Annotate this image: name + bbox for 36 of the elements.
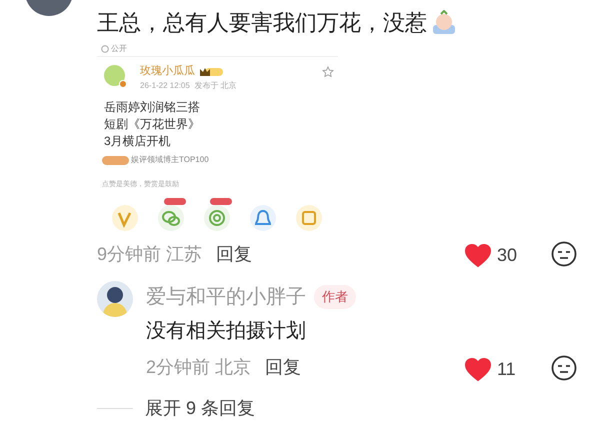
share-icon[interactable] xyxy=(158,204,184,230)
post-meta: 26-1-22 12:05 发布于 北京 xyxy=(140,80,236,92)
reply-text: 没有相关拍摄计划 xyxy=(146,319,306,344)
crying-emoji-icon xyxy=(431,10,457,36)
author-name: 玫瑰小瓜瓜 xyxy=(140,65,195,78)
reply-link[interactable]: 回复 xyxy=(216,241,252,268)
share-icon[interactable] xyxy=(250,204,276,230)
heart-icon[interactable] xyxy=(465,244,491,268)
share-icon[interactable] xyxy=(204,204,230,230)
share-icon[interactable] xyxy=(296,204,322,230)
comment-text: 王总，总有人要害我们万花，没惹 xyxy=(97,9,427,37)
crown-badge-icon xyxy=(199,66,223,76)
globe-icon xyxy=(101,45,109,53)
reward-badge-icon xyxy=(210,198,232,204)
reply-author: 爱与和平的小胖子 xyxy=(146,285,306,310)
comment-meta: 2分钟前 北京 xyxy=(146,356,252,379)
reward-badge-icon xyxy=(164,198,186,204)
reply-link[interactable]: 回复 xyxy=(265,354,302,381)
visibility-label: 公开 xyxy=(111,45,127,53)
post-line: 短剧《万花世界》 xyxy=(104,116,201,133)
author-badge: 作者 xyxy=(314,285,356,309)
tag-label: 娱评领域博主TOP100 xyxy=(131,154,209,166)
star-icon[interactable] xyxy=(322,66,334,78)
share-icon[interactable] xyxy=(112,204,138,230)
comment-meta: 9分钟前 江苏 xyxy=(97,243,202,266)
like-count: 30 xyxy=(497,244,518,267)
reply-avatar xyxy=(97,281,133,317)
face-icon[interactable] xyxy=(551,355,577,381)
expand-replies-link[interactable]: 展开 9 条回复 xyxy=(145,395,256,422)
face-icon[interactable] xyxy=(551,241,577,267)
heart-icon[interactable] xyxy=(465,358,491,382)
author-avatar xyxy=(104,65,125,86)
post-line: 岳雨婷刘润铭三搭 xyxy=(104,99,201,116)
tag-badge-icon xyxy=(102,156,129,164)
like-count: 11 xyxy=(497,358,516,381)
post-line: 3月横店开机 xyxy=(104,133,172,150)
